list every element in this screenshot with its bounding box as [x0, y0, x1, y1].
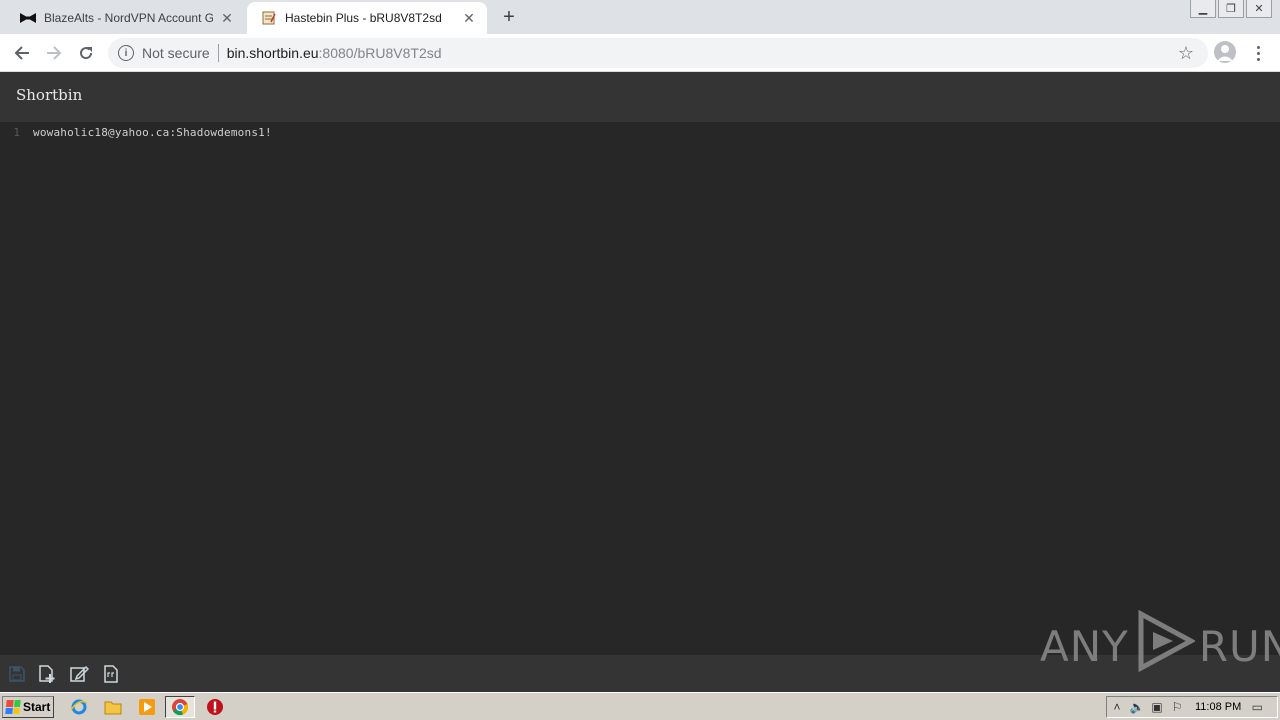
show-desktop-icon[interactable]: ▭	[1247, 698, 1267, 716]
tab-blazealts[interactable]: BlazeAlts - NordVPN Account Genera ✕	[0, 2, 245, 34]
bookmark-star-icon[interactable]: ☆	[1174, 41, 1198, 65]
restore-icon[interactable]: ❐	[1218, 0, 1244, 18]
site-brand[interactable]: Shortbin	[16, 86, 82, 104]
save-icon[interactable]	[6, 663, 28, 685]
taskbar-clock[interactable]: 11:08 PM	[1195, 701, 1241, 713]
address-bar[interactable]: i Not secure bin.shortbin.eu :8080/bRU8V…	[108, 38, 1208, 68]
line-number: 1	[13, 125, 20, 139]
tab-title: BlazeAlts - NordVPN Account Genera	[44, 11, 213, 25]
notepad-icon	[261, 10, 277, 26]
play-icon	[1133, 609, 1197, 682]
raw-text-icon[interactable]	[100, 663, 122, 685]
code-line: 1 wowaholic18@yahoo.ca:Shadowdemons1!	[0, 124, 272, 140]
action-center-flag-icon[interactable]: ⚐	[1167, 698, 1187, 716]
edit-icon[interactable]	[68, 663, 90, 685]
chrome-taskbar-icon[interactable]	[165, 696, 195, 718]
paste-content[interactable]: 1 wowaholic18@yahoo.ca:Shadowdemons1!	[0, 122, 1280, 655]
tab-hastebin[interactable]: Hastebin Plus - bRU8V8T2sd ✕	[247, 2, 487, 34]
info-icon[interactable]: i	[118, 45, 134, 61]
window-controls: ▁ ❐ ✕	[1188, 0, 1272, 18]
close-tab-icon[interactable]: ✕	[461, 10, 477, 26]
minimize-icon[interactable]: ▁	[1190, 0, 1216, 18]
tab-title: Hastebin Plus - bRU8V8T2sd	[285, 11, 442, 25]
security-label: Not secure	[142, 45, 210, 61]
browser-menu-icon[interactable]	[1248, 41, 1268, 65]
windows-logo-icon	[5, 700, 21, 714]
tab-strip: BlazeAlts - NordVPN Account Genera ✕ Has…	[0, 0, 1280, 34]
system-tray: ˄ 🔈 ▣ ⚐ 11:08 PM ▭	[1106, 696, 1278, 718]
new-tab-button[interactable]: +	[498, 6, 520, 28]
url-host: bin.shortbin.eu	[226, 45, 319, 61]
volume-icon[interactable]: 🔈	[1127, 698, 1147, 716]
close-tab-icon[interactable]: ✕	[219, 10, 235, 26]
start-label: Start	[23, 700, 51, 714]
browser-toolbar: i Not secure bin.shortbin.eu :8080/bRU8V…	[0, 34, 1280, 72]
line-text: wowaholic18@yahoo.ca:Shadowdemons1!	[33, 125, 272, 139]
show-hidden-icons-icon[interactable]: ˄	[1107, 698, 1127, 716]
internet-explorer-icon[interactable]	[68, 697, 90, 717]
profile-avatar-icon[interactable]	[1214, 41, 1236, 63]
stop-sign-icon[interactable]	[204, 697, 226, 717]
start-button[interactable]: Start	[2, 696, 54, 718]
reload-icon[interactable]	[74, 41, 98, 65]
file-explorer-icon[interactable]	[102, 697, 124, 717]
watermark-left: ANY	[1040, 621, 1129, 671]
windows-taskbar: Start ˄ 🔈 ▣ ⚐ 11:08 PM ▭	[0, 692, 1280, 720]
close-window-icon[interactable]: ✕	[1246, 0, 1272, 18]
new-document-icon[interactable]	[36, 663, 58, 685]
page-header: Shortbin	[0, 72, 1280, 122]
network-icon[interactable]: ▣	[1147, 698, 1167, 716]
bowtie-icon	[20, 10, 36, 26]
watermark-right: RUN	[1198, 621, 1280, 671]
forward-arrow-icon[interactable]	[42, 41, 66, 65]
anyrun-watermark: ANY RUN	[1040, 609, 1280, 682]
media-player-icon[interactable]	[136, 697, 158, 717]
url-path: :8080/bRU8V8T2sd	[318, 45, 442, 61]
divider	[217, 44, 219, 62]
back-arrow-icon[interactable]	[10, 41, 34, 65]
